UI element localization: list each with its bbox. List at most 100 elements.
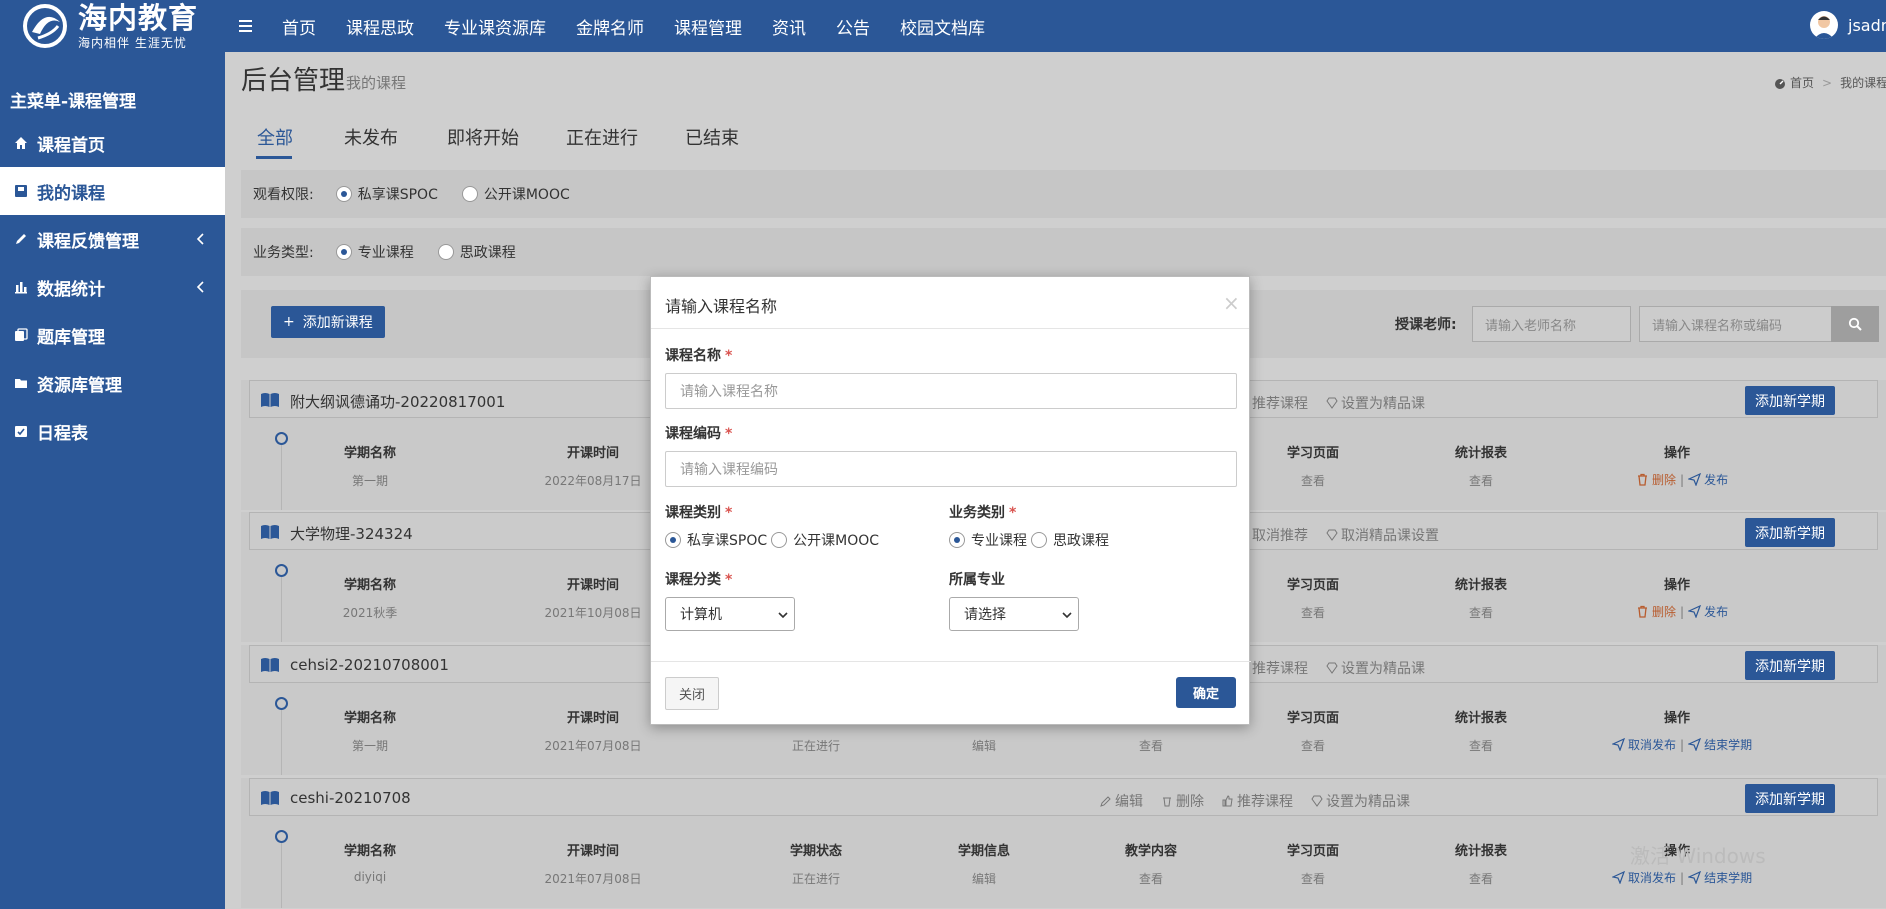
sidebar-item-label: 日程表	[37, 423, 88, 444]
recommend-course-action[interactable]: 推荐课程	[1222, 791, 1293, 811]
study-page-view-link[interactable]: 查看	[1301, 472, 1325, 489]
sidebar-item-course-home[interactable]: 课程首页	[0, 119, 225, 167]
sidebar-item-label: 我的课程	[37, 183, 105, 204]
course-name-input[interactable]: 请输入课程名称	[665, 373, 1237, 409]
tab-unpublished[interactable]: 未发布	[344, 124, 398, 150]
action-label: 取消推荐	[1252, 528, 1308, 544]
end-term-button[interactable]: 结束学期	[1688, 736, 1752, 753]
term-info-edit-link[interactable]: 编辑	[972, 737, 996, 754]
teaching-content-view-link[interactable]: 查看	[1139, 870, 1163, 887]
tab-all[interactable]: 全部	[257, 124, 293, 150]
nav-docs[interactable]: 校园文档库	[900, 14, 985, 39]
report-view-link[interactable]: 查看	[1469, 604, 1493, 621]
recommend-course-action[interactable]: 推荐课程	[1252, 393, 1308, 413]
col-study-page: 学习页面	[1286, 446, 1340, 461]
teacher-search-input[interactable]: 请输入老师名称	[1472, 306, 1631, 342]
major-select[interactable]: 请选择	[949, 597, 1079, 631]
course-code-input[interactable]: 请输入课程编码	[665, 451, 1237, 487]
recommend-course-action[interactable]: 推荐课程	[1252, 658, 1308, 678]
delete-term-button[interactable]: 删除	[1636, 603, 1676, 620]
nav-resource[interactable]: 专业课资源库	[444, 14, 546, 39]
page-subtitle: 我的课程	[346, 74, 407, 92]
edit-course-action[interactable]: 编辑	[1100, 791, 1143, 811]
sidebar-item-resource-library[interactable]: 资源库管理	[0, 359, 225, 407]
brand-logo[interactable]: 海内教育 海内相伴 生涯无忧	[18, 2, 198, 50]
set-premium-action[interactable]: 设置为精品课	[1326, 393, 1425, 413]
cancel-recommend-action[interactable]: 取消推荐	[1252, 525, 1308, 545]
cancel-premium-action[interactable]: 取消精品课设置	[1326, 525, 1439, 545]
search-button[interactable]	[1831, 306, 1879, 342]
delete-course-action[interactable]: 删除	[1161, 791, 1204, 811]
col-start-date: 开课时间	[566, 711, 620, 726]
term-info-edit-link[interactable]: 编辑	[972, 870, 996, 887]
delete-term-button[interactable]: 删除	[1636, 471, 1676, 488]
breadcrumb-home[interactable]: 首页	[1790, 74, 1814, 91]
dashboard-icon	[1775, 78, 1785, 89]
course-name[interactable]: cehsi2-20210708001	[290, 656, 449, 674]
add-course-button[interactable]: + 添加新课程	[271, 306, 385, 338]
nav-news[interactable]: 资讯	[772, 14, 806, 39]
business-major-radio[interactable]: 专业课程	[335, 242, 414, 262]
report-view-link[interactable]: 查看	[1469, 737, 1493, 754]
access-mooc-radio[interactable]: 公开课MOOC	[461, 184, 570, 204]
nav-notice[interactable]: 公告	[836, 14, 870, 39]
course-search-input[interactable]: 请输入课程名称或编码	[1639, 306, 1833, 342]
set-premium-action[interactable]: 设置为精品课	[1311, 791, 1410, 811]
business-ideology-radio[interactable]: 思政课程	[437, 242, 516, 262]
course-name[interactable]: ceshi-20210708	[290, 789, 411, 807]
term-name: 2021秋季	[342, 606, 398, 620]
radio-label: 私享课SPOC	[687, 533, 768, 549]
add-term-button[interactable]: 添加新学期	[1745, 386, 1835, 415]
open-book-icon	[261, 525, 279, 539]
confirm-button[interactable]: 确定	[1176, 677, 1236, 708]
add-term-button[interactable]: 添加新学期	[1745, 784, 1835, 813]
teaching-content-view-link[interactable]: 查看	[1139, 737, 1163, 754]
course-type-spoc-radio[interactable]: 私享课SPOC	[665, 530, 767, 550]
menu-toggle-icon[interactable]	[238, 15, 254, 37]
publish-term-button[interactable]: 发布	[1688, 471, 1728, 488]
course-actions: 编辑 删除 推荐课程 设置为精品课	[1100, 791, 1428, 811]
study-page-view-link[interactable]: 查看	[1301, 870, 1325, 887]
sidebar-item-schedule[interactable]: 日程表	[0, 407, 225, 455]
study-page-view-link[interactable]: 查看	[1301, 737, 1325, 754]
close-button[interactable]: 关闭	[665, 677, 719, 710]
sidebar-item-statistics[interactable]: 数据统计	[0, 263, 225, 311]
dialog-footer: 关闭 确定	[651, 661, 1251, 726]
chevron-left-icon	[196, 281, 204, 293]
publish-term-button[interactable]: 发布	[1688, 603, 1728, 620]
nav-teachers[interactable]: 金牌名师	[576, 14, 644, 39]
business-ideology-radio[interactable]: 思政课程	[1031, 530, 1109, 550]
set-premium-action[interactable]: 设置为精品课	[1326, 658, 1425, 678]
sidebar-item-my-courses[interactable]: 我的课程	[0, 167, 225, 215]
close-icon[interactable]: ×	[1223, 291, 1240, 315]
pencil-icon	[1100, 796, 1111, 807]
sidebar-item-feedback[interactable]: 课程反馈管理	[0, 215, 225, 263]
unpublish-term-button[interactable]: 取消发布	[1612, 869, 1676, 886]
tab-upcoming[interactable]: 即将开始	[447, 124, 519, 150]
action-label: 推荐课程	[1237, 794, 1293, 810]
unpublish-term-button[interactable]: 取消发布	[1612, 736, 1676, 753]
tab-ended[interactable]: 已结束	[685, 124, 739, 150]
tab-ongoing[interactable]: 正在进行	[566, 124, 638, 150]
diamond-icon	[1326, 529, 1338, 541]
report-view-link[interactable]: 查看	[1469, 870, 1493, 887]
course-name[interactable]: 大学物理-324324	[290, 523, 413, 544]
nav-home[interactable]: 首页	[282, 14, 316, 39]
nav-course-manage[interactable]: 课程管理	[674, 14, 742, 39]
nav-ideology[interactable]: 课程思政	[346, 14, 414, 39]
course-header: ceshi-20210708 编辑 删除 推荐课程 设置为精品课 添加新学期	[249, 778, 1878, 816]
radio-label: 思政课程	[459, 245, 516, 261]
business-major-radio[interactable]: 专业课程	[949, 530, 1027, 550]
user-menu[interactable]: jsadm	[1810, 11, 1886, 39]
course-category-select[interactable]: 计算机	[665, 597, 795, 631]
study-page-view-link[interactable]: 查看	[1301, 604, 1325, 621]
course-type-mooc-radio[interactable]: 公开课MOOC	[771, 530, 879, 550]
end-term-button[interactable]: 结束学期	[1688, 869, 1752, 886]
sidebar-item-question-bank[interactable]: 题库管理	[0, 311, 225, 359]
add-term-button[interactable]: 添加新学期	[1745, 518, 1835, 547]
report-view-link[interactable]: 查看	[1469, 472, 1493, 489]
add-term-button[interactable]: 添加新学期	[1745, 651, 1835, 680]
course-name[interactable]: 附大纲讽德诵功-20220817001	[290, 391, 505, 412]
send-icon	[1688, 738, 1702, 751]
access-spoc-radio[interactable]: 私享课SPOC	[335, 184, 438, 204]
